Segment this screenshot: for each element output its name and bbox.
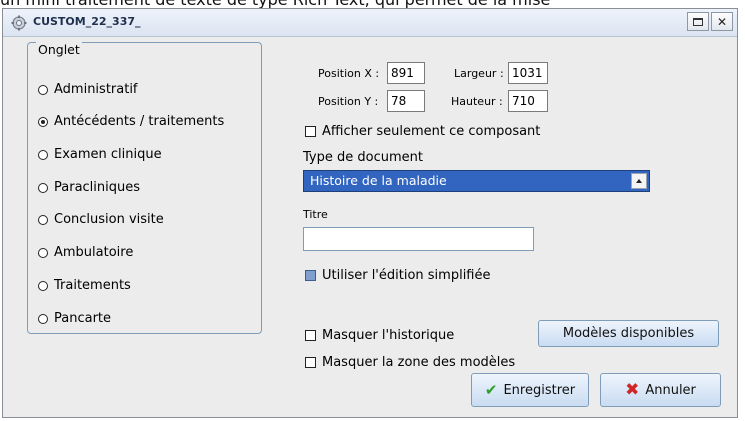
maximize-icon xyxy=(693,17,703,26)
show-only-component-checkbox[interactable]: Afficher seulement ce composant xyxy=(305,124,540,139)
button-label: Modèles disponibles xyxy=(562,326,695,341)
doc-type-select[interactable]: Histoire de la maladie xyxy=(303,170,650,192)
radio-label: Traitements xyxy=(54,278,131,293)
radio-icon[interactable] xyxy=(38,214,48,225)
height-input[interactable]: 710 xyxy=(508,90,548,112)
maximize-button[interactable] xyxy=(687,12,709,31)
radio-paracliniques[interactable]: Paracliniques xyxy=(38,180,140,195)
radio-administratif[interactable]: Administratif xyxy=(38,82,138,97)
close-button[interactable]: ✕ xyxy=(711,12,733,31)
radio-checked-icon[interactable] xyxy=(38,116,48,127)
checkbox-label: Masquer l'historique xyxy=(322,328,455,343)
checkbox-label: Masquer la zone des modèles xyxy=(322,355,516,370)
title-bar[interactable]: CUSTOM_22_337_ ✕ xyxy=(3,9,737,37)
radio-examen-clinique[interactable]: Examen clinique xyxy=(38,147,162,162)
radio-label: Conclusion visite xyxy=(54,212,164,227)
radio-icon[interactable] xyxy=(38,182,48,193)
simplified-editing-checkbox[interactable]: Utiliser l'édition simplifiée xyxy=(305,268,491,283)
radio-pancarte[interactable]: Pancarte xyxy=(38,311,111,326)
radio-icon[interactable] xyxy=(38,149,48,160)
radio-ambulatoire[interactable]: Ambulatoire xyxy=(38,245,133,260)
position-y-input[interactable]: 78 xyxy=(387,90,425,112)
titre-label: Titre xyxy=(303,208,328,221)
checkbox-box[interactable] xyxy=(305,270,316,281)
cancel-button[interactable]: ✖ Annuler xyxy=(600,373,721,407)
radio-label: Administratif xyxy=(54,82,138,97)
doc-type-value: Histoire de la maladie xyxy=(310,173,447,188)
dropdown-button[interactable] xyxy=(631,173,647,189)
button-label: Annuler xyxy=(645,382,696,398)
onglet-legend: Onglet xyxy=(36,42,82,57)
position-x-label: Position X : xyxy=(318,67,380,80)
hide-models-checkbox[interactable]: Masquer la zone des modèles xyxy=(305,355,515,370)
chevron-up-icon xyxy=(636,179,642,183)
radio-label: Ambulatoire xyxy=(54,245,134,260)
radio-label: Paracliniques xyxy=(54,180,141,195)
doc-type-label: Type de document xyxy=(303,150,423,165)
radio-icon[interactable] xyxy=(38,313,48,324)
checkbox-label: Utiliser l'édition simplifiée xyxy=(322,268,491,283)
position-x-input[interactable]: 891 xyxy=(387,62,425,84)
hide-history-checkbox[interactable]: Masquer l'historique xyxy=(305,328,454,343)
height-label: Hauteur : xyxy=(451,95,503,108)
titre-input[interactable] xyxy=(303,227,534,251)
radio-icon[interactable] xyxy=(38,280,48,291)
radio-icon[interactable] xyxy=(38,84,48,95)
radio-label: Examen clinique xyxy=(54,147,162,162)
radio-traitements[interactable]: Traitements xyxy=(38,278,131,293)
window-title: CUSTOM_22_337_ xyxy=(33,15,141,28)
checkbox-box[interactable] xyxy=(305,330,316,341)
radio-antecedents[interactable]: Antécédents / traitements xyxy=(38,114,224,129)
save-button[interactable]: ✔ Enregistrer xyxy=(471,373,589,407)
radio-conclusion-visite[interactable]: Conclusion visite xyxy=(38,212,164,227)
radio-label: Antécédents / traitements xyxy=(54,114,225,129)
radio-icon[interactable] xyxy=(38,247,48,258)
button-label: Enregistrer xyxy=(503,382,576,398)
available-models-button[interactable]: Modèles disponibles xyxy=(538,320,719,347)
position-y-label: Position Y : xyxy=(318,95,379,108)
width-label: Largeur : xyxy=(454,67,504,80)
width-input[interactable]: 1031 xyxy=(508,62,548,84)
close-icon: ✖ xyxy=(625,380,640,400)
checkbox-box[interactable] xyxy=(305,357,316,368)
checkbox-box[interactable] xyxy=(305,126,316,137)
radio-label: Pancarte xyxy=(54,311,112,326)
gear-icon xyxy=(11,15,27,31)
checkbox-label: Afficher seulement ce composant xyxy=(322,124,541,139)
checkmark-icon: ✔ xyxy=(484,381,498,399)
